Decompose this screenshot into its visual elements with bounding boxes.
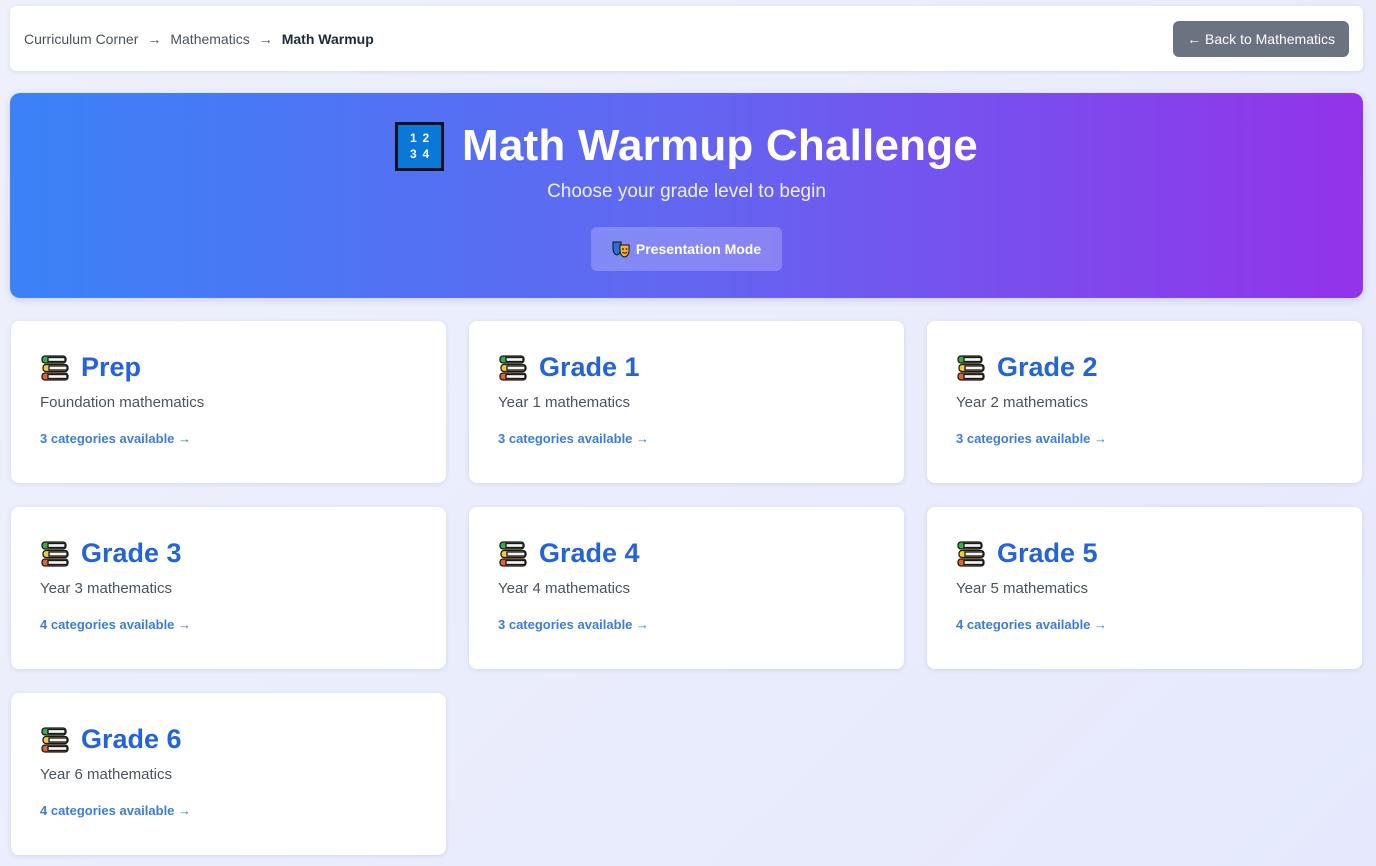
back-to-mathematics-button[interactable]: ← Back to Mathematics <box>1173 20 1349 57</box>
books-icon <box>499 540 527 567</box>
grade-description: Foundation mathematics <box>40 394 205 411</box>
breadcrumb-separator: → <box>147 30 162 47</box>
breadcrumb-current-page: Math Warmup <box>281 30 374 47</box>
performing-arts-masks-icon <box>612 241 630 258</box>
breadcrumb: Curriculum Corner → Mathematics → Math W… <box>24 31 374 47</box>
books-icon <box>957 354 985 381</box>
grade-title: Grade 6 <box>81 724 182 754</box>
grade-title: Grade 3 <box>81 538 182 568</box>
card-title-row: Grade 6 <box>40 724 417 755</box>
grade-card-grade-3[interactable]: Grade 3 Year 3 mathematics 4 categories … <box>11 507 446 669</box>
card-title-row: Prep <box>40 352 417 383</box>
grade-card-grade-1[interactable]: Grade 1 Year 1 mathematics 3 categories … <box>469 321 904 483</box>
categories-available-link[interactable]: 4 categories available → <box>956 617 1333 632</box>
numbers-icon-digit: 1 <box>409 131 417 146</box>
grade-title: Grade 2 <box>997 352 1098 382</box>
page-title: Math Warmup Challenge <box>462 121 978 170</box>
numbers-icon-digit: 2 <box>422 131 430 146</box>
hero-banner: 1 2 3 4 Math Warmup Challenge Choose you… <box>10 93 1363 298</box>
card-title-row: Grade 2 <box>956 352 1333 383</box>
books-icon <box>41 354 69 381</box>
grade-card-grade-5[interactable]: Grade 5 Year 5 mathematics 4 categories … <box>927 507 1362 669</box>
grade-description: Year 6 mathematics <box>40 766 173 783</box>
grade-title: Grade 4 <box>539 538 640 568</box>
grade-description: Year 2 mathematics <box>956 394 1089 411</box>
breadcrumb-curriculum-corner[interactable]: Curriculum Corner <box>24 31 138 47</box>
grade-description: Year 5 mathematics <box>956 580 1089 597</box>
grade-description: Year 3 mathematics <box>40 580 173 597</box>
grade-card-grade-2[interactable]: Grade 2 Year 2 mathematics 3 categories … <box>927 321 1362 483</box>
books-icon <box>41 540 69 567</box>
books-icon <box>957 540 985 567</box>
numbers-icon-digit: 4 <box>422 146 430 161</box>
categories-available-link[interactable]: 4 categories available → <box>40 803 417 818</box>
categories-available-link[interactable]: 3 categories available → <box>498 431 875 446</box>
presentation-mode-button[interactable]: Presentation Mode <box>590 227 783 271</box>
grade-title: Grade 5 <box>997 538 1098 568</box>
grade-card-prep[interactable]: Prep Foundation mathematics 3 categories… <box>11 321 446 483</box>
card-title-row: Grade 4 <box>498 538 875 569</box>
page-subtitle: Choose your grade level to begin <box>547 181 826 202</box>
categories-available-link[interactable]: 4 categories available → <box>40 617 417 632</box>
books-icon <box>41 726 69 753</box>
breadcrumb-separator: → <box>258 30 273 47</box>
presentation-mode-label: Presentation Mode <box>635 241 762 257</box>
numbers-icon-digit: 3 <box>409 146 417 161</box>
grade-card-grade-6[interactable]: Grade 6 Year 6 mathematics 4 categories … <box>11 693 446 855</box>
books-icon <box>499 354 527 381</box>
input-numbers-icon: 1 2 3 4 <box>395 121 445 171</box>
categories-available-link[interactable]: 3 categories available → <box>40 431 417 446</box>
card-title-row: Grade 5 <box>956 538 1333 569</box>
categories-available-link[interactable]: 3 categories available → <box>956 431 1333 446</box>
grade-title: Prep <box>81 352 142 382</box>
categories-available-link[interactable]: 3 categories available → <box>498 617 875 632</box>
card-title-row: Grade 1 <box>498 352 875 383</box>
hero-title-row: 1 2 3 4 Math Warmup Challenge <box>395 121 978 171</box>
card-title-row: Grade 3 <box>40 538 417 569</box>
grade-card-grade-4[interactable]: Grade 4 Year 4 mathematics 3 categories … <box>469 507 904 669</box>
grade-description: Year 4 mathematics <box>498 580 631 597</box>
grade-description: Year 1 mathematics <box>498 394 631 411</box>
top-navigation-bar: Curriculum Corner → Mathematics → Math W… <box>10 6 1363 71</box>
grade-title: Grade 1 <box>539 352 640 382</box>
breadcrumb-mathematics[interactable]: Mathematics <box>170 31 249 47</box>
